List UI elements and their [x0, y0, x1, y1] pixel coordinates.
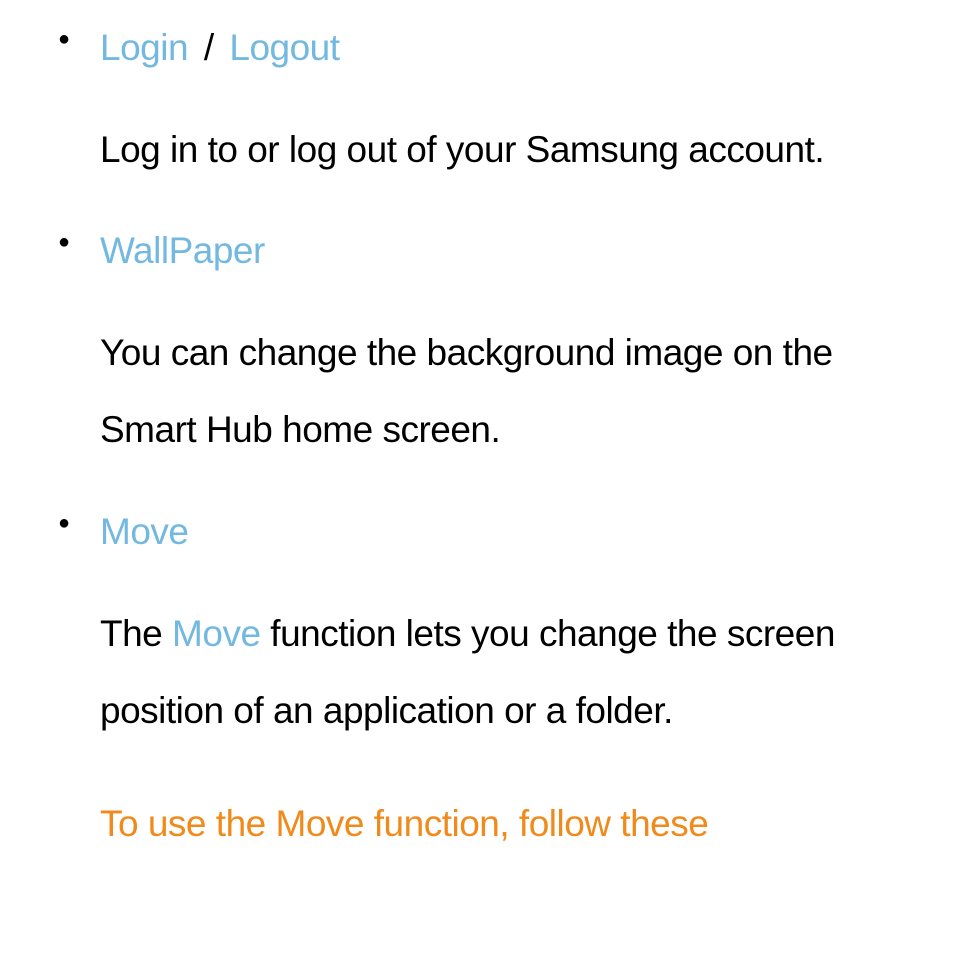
login-label: Login	[100, 27, 188, 68]
wallpaper-label: WallPaper	[100, 230, 265, 271]
move-desc-prefix: The	[100, 613, 172, 654]
move-label: Move	[100, 511, 188, 552]
wallpaper-description: You can change the background image on t…	[100, 314, 914, 469]
move-inline-label: Move	[172, 613, 260, 654]
heading-wallpaper: WallPaper	[100, 223, 914, 279]
list-item-login: Login / Logout Log in to or log out of y…	[40, 20, 914, 188]
list-item-move: Move The Move function lets you change t…	[40, 504, 914, 863]
list-item-wallpaper: WallPaper You can change the background …	[40, 223, 914, 469]
login-description: Log in to or log out of your Samsung acc…	[100, 111, 914, 189]
heading-move: Move	[100, 504, 914, 560]
move-description: The Move function lets you change the sc…	[100, 595, 914, 750]
move-note: To use the Move function, follow these	[100, 785, 914, 863]
feature-list: Login / Logout Log in to or log out of y…	[40, 20, 914, 863]
separator: /	[204, 27, 214, 68]
logout-label: Logout	[229, 27, 339, 68]
heading-login-logout: Login / Logout	[100, 20, 914, 76]
